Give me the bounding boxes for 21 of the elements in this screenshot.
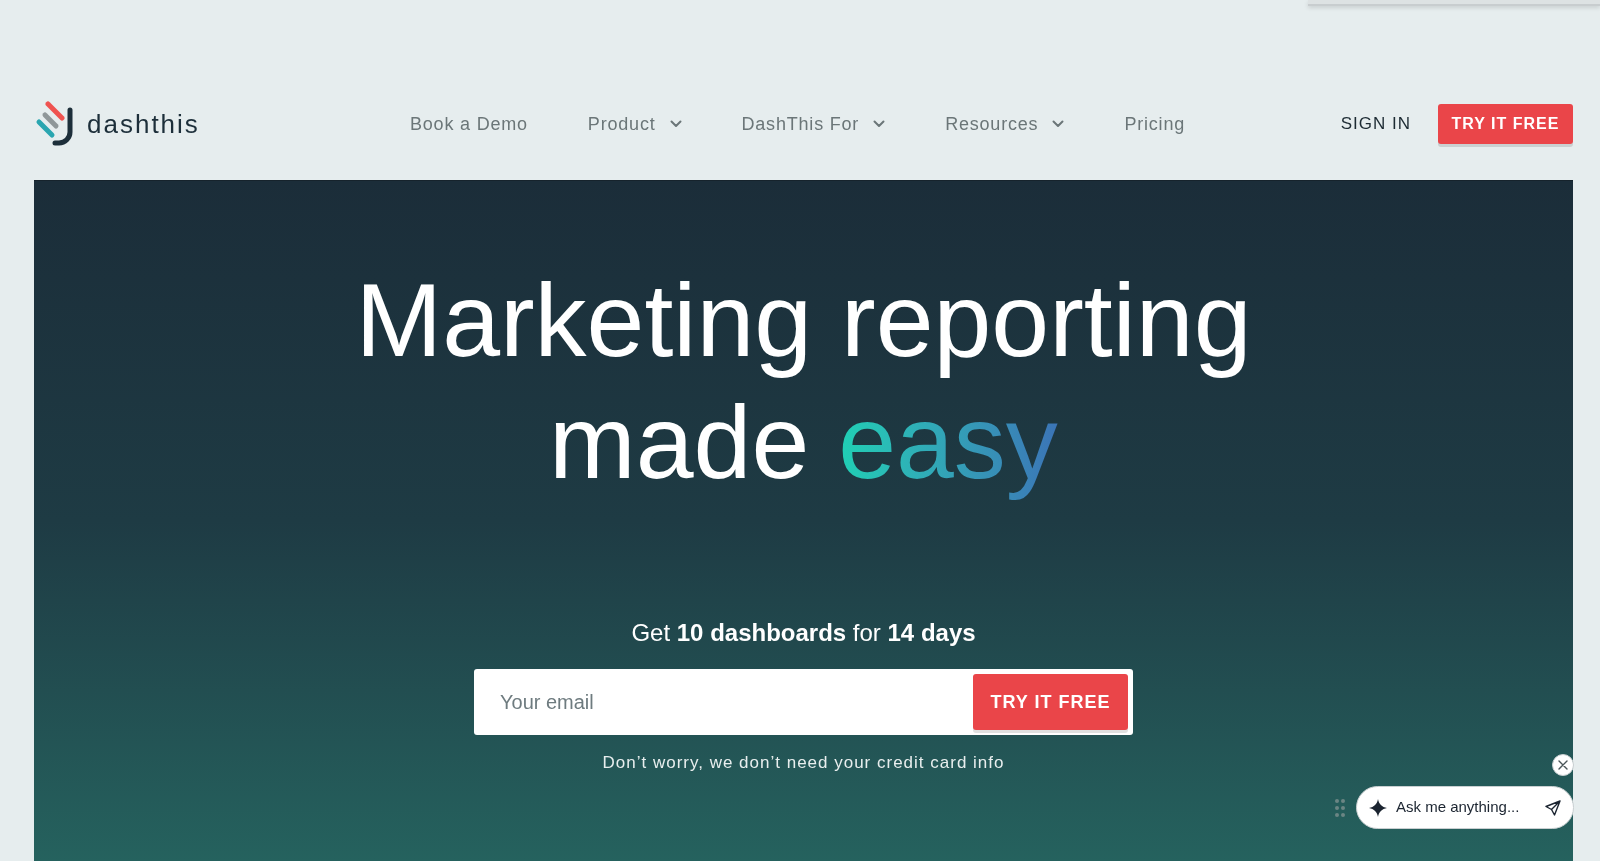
- chevron-down-icon: [873, 120, 886, 128]
- email-field[interactable]: Your email: [474, 669, 968, 735]
- drag-handle-icon[interactable]: [1335, 799, 1345, 817]
- nav-link[interactable]: Pricing: [1124, 110, 1185, 138]
- try-free-button[interactable]: TRY IT FREE: [1438, 104, 1573, 144]
- send-icon[interactable]: [1545, 799, 1561, 816]
- sign-in-link[interactable]: SIGN IN: [1340, 111, 1411, 137]
- sparkle-icon: [1369, 798, 1387, 817]
- close-icon: [1558, 760, 1568, 770]
- chevron-down-icon: [669, 120, 682, 128]
- offer-text: Get 10 dashboards for 14 days: [631, 618, 976, 648]
- note-text: Don’t worry, we don’t need your credit card info: [602, 752, 1005, 774]
- chevron-down-icon: [1052, 120, 1065, 128]
- try-free-button[interactable]: TRY IT FREE: [973, 674, 1128, 730]
- nav-menu-button[interactable]: DashThis For: [741, 110, 886, 138]
- chat-widget[interactable]: Ask me anything...: [1356, 786, 1574, 829]
- nav-menu-button[interactable]: Resources: [945, 110, 1065, 138]
- nav-link[interactable]: Book a Demo: [410, 110, 528, 138]
- logo-wordmark[interactable]: dashthis: [87, 108, 200, 140]
- hero-headline: Marketing reporting made easy: [355, 261, 1252, 502]
- nav-menu-button[interactable]: Product: [587, 110, 682, 138]
